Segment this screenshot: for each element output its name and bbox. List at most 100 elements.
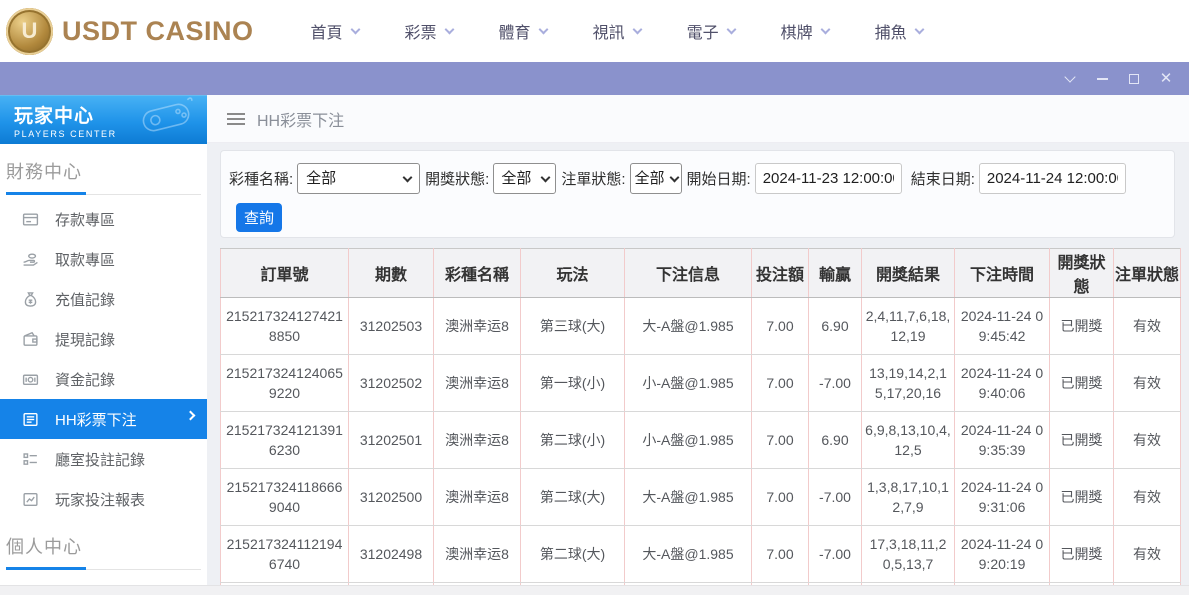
cell-bet-info: 小-A盤@1.985 bbox=[624, 411, 752, 469]
lottery-bet-icon bbox=[22, 411, 39, 428]
cell-order-status: 有效 bbox=[1113, 525, 1181, 583]
chevron-down-icon bbox=[726, 24, 737, 34]
cell-lottery-name: 澳洲幸运8 bbox=[433, 297, 521, 355]
cell-lottery-name: 澳洲幸运8 bbox=[433, 411, 521, 469]
cell-bet-time: 2024-11-24 09:20:19 bbox=[954, 525, 1050, 583]
filter-panel: 彩種名稱: 全部 開獎狀態: 全部 注單狀態: 全部 開始日期: 2024-11… bbox=[220, 150, 1175, 238]
chevron-down-icon bbox=[820, 24, 831, 34]
cell-order-id: 2152173241186669040 bbox=[220, 468, 349, 526]
table-row: 2152173241240659220 31202502 澳洲幸运8 第一球(小) 小-… bbox=[220, 354, 1181, 412]
cell-bet-time: 2024-11-24 09:45:42 bbox=[954, 297, 1050, 355]
deposit-icon bbox=[22, 211, 39, 228]
cell-period: 31202502 bbox=[348, 354, 434, 412]
chevron-down-icon bbox=[632, 24, 643, 34]
player-report-icon bbox=[22, 491, 39, 508]
cell-play-type: 第二球(大) bbox=[520, 525, 625, 583]
players-center-header: 玩家中心 PLAYERS CENTER bbox=[0, 95, 207, 144]
end-date-input[interactable] bbox=[978, 163, 1126, 194]
sidebar-item-withdrawal-record[interactable]: 提現記錄 bbox=[0, 319, 207, 359]
cell-bet-amount: 7.00 bbox=[751, 411, 809, 469]
nav-item-label: 彩票 bbox=[404, 25, 437, 42]
cell-bet-info: 大-A盤@1.985 bbox=[624, 525, 752, 583]
sidebar-item-deposit-zone[interactable]: 存款專區 bbox=[0, 199, 207, 239]
sidebar-item-hall-bet-record[interactable]: 廳室投註記錄 bbox=[0, 439, 207, 479]
nav-item-label: 棋牌 bbox=[780, 25, 813, 42]
sidebar-item-funds-record[interactable]: 資金記錄 bbox=[0, 359, 207, 399]
sidebar-item-label: 取款專區 bbox=[55, 251, 116, 269]
cell-period: 31202500 bbox=[348, 468, 434, 526]
nav-item-chess[interactable]: 棋牌 bbox=[780, 19, 831, 43]
cell-draw-status: 已開獎 bbox=[1049, 411, 1114, 469]
bet-records-table: 訂單號 期數 彩種名稱 玩法 下注信息 投注額 輸贏 開獎結果 下注時間 開獎狀態 注單狀態 2152… bbox=[220, 248, 1181, 595]
nav-item-label: 捕魚 bbox=[874, 25, 907, 42]
col-lottery-name: 彩種名稱 bbox=[433, 248, 521, 298]
col-order-id: 訂單號 bbox=[220, 248, 349, 298]
draw-status-select[interactable]: 全部 bbox=[493, 163, 557, 194]
section-underline bbox=[6, 567, 201, 570]
chevron-down-icon[interactable] bbox=[1057, 69, 1083, 89]
cell-bet-amount: 7.00 bbox=[751, 468, 809, 526]
maximize-icon[interactable] bbox=[1121, 69, 1147, 89]
table-header-row: 訂單號 期數 彩種名稱 玩法 下注信息 投注額 輸贏 開獎結果 下注時間 開獎狀態 注單狀態 bbox=[220, 248, 1181, 298]
chevron-down-icon bbox=[444, 24, 454, 34]
cell-bet-time: 2024-11-24 09:31:06 bbox=[954, 468, 1050, 526]
section-underline bbox=[6, 192, 201, 195]
cell-order-status: 有效 bbox=[1113, 411, 1181, 469]
sidebar-item-hh-lottery-bet[interactable]: HH彩票下注 bbox=[0, 399, 207, 439]
end-date-label: 結束日期: bbox=[910, 171, 975, 188]
nav-item-label: 體育 bbox=[498, 25, 531, 42]
table-row: 2152173241121946740 31202498 澳洲幸运8 第二球(大) 大-… bbox=[220, 525, 1181, 583]
cell-draw-status: 已開獎 bbox=[1049, 468, 1114, 526]
nav-item-fishing[interactable]: 捕魚 bbox=[874, 19, 925, 43]
sidebar-item-label: 廳室投註記錄 bbox=[55, 451, 146, 469]
brand-logo[interactable]: U USDT CASINO bbox=[0, 7, 254, 55]
start-date-input[interactable] bbox=[754, 163, 902, 194]
cell-draw-result: 6,9,8,13,10,4,12,5 bbox=[861, 411, 955, 469]
cell-win-loss: -7.00 bbox=[808, 354, 862, 412]
start-date-label: 開始日期: bbox=[686, 171, 751, 188]
cell-play-type: 第二球(大) bbox=[520, 468, 625, 526]
minimize-icon[interactable] bbox=[1089, 69, 1115, 89]
chevron-down-icon bbox=[538, 24, 549, 34]
order-status-label: 注單狀態: bbox=[561, 171, 626, 188]
close-icon[interactable]: ✕ bbox=[1153, 69, 1179, 89]
nav-item-sports[interactable]: 體育 bbox=[498, 19, 549, 43]
section-heading: 財務中心 bbox=[6, 162, 82, 182]
sidebar-item-player-bet-report[interactable]: 玩家投注報表 bbox=[0, 479, 207, 519]
table-row: 2152173241274218850 31202503 澳洲幸运8 第三球(大) 大-… bbox=[220, 297, 1181, 355]
app-window: U USDT CASINO 首頁 彩票 體育 視訊 電子 棋牌 捕魚 ✕ 玩家中心 PLAY… bbox=[0, 0, 1189, 595]
nav-item-home[interactable]: 首頁 bbox=[311, 19, 360, 43]
horizontal-scrollbar[interactable] bbox=[0, 585, 1189, 595]
cell-draw-status: 已開獎 bbox=[1049, 297, 1114, 355]
cell-lottery-name: 澳洲幸运8 bbox=[433, 525, 521, 583]
usdt-coin-icon: U bbox=[6, 7, 53, 55]
cell-order-id: 2152173241213916230 bbox=[220, 411, 349, 469]
cell-play-type: 第二球(小) bbox=[520, 411, 625, 469]
section-heading: 個人中心 bbox=[6, 537, 82, 557]
cell-bet-amount: 7.00 bbox=[751, 354, 809, 412]
search-button[interactable]: 查詢 bbox=[236, 203, 283, 232]
col-play-type: 玩法 bbox=[520, 248, 625, 298]
col-draw-result: 開獎結果 bbox=[861, 248, 955, 298]
cell-play-type: 第三球(大) bbox=[520, 297, 625, 355]
window-titlebar: ✕ bbox=[0, 62, 1189, 95]
nav-item-label: 電子 bbox=[686, 25, 719, 42]
lottery-name-select[interactable]: 全部 bbox=[297, 163, 421, 194]
cell-order-status: 有效 bbox=[1113, 354, 1181, 412]
order-status-select[interactable]: 全部 bbox=[629, 163, 682, 194]
chevron-down-icon bbox=[914, 24, 925, 34]
sidebar-item-recharge-record[interactable]: 充值記錄 bbox=[0, 279, 207, 319]
nav-item-electronic[interactable]: 電子 bbox=[686, 19, 737, 43]
nav-item-video[interactable]: 視訊 bbox=[593, 19, 643, 43]
cell-win-loss: 6.90 bbox=[808, 297, 862, 355]
sidebar-item-withdraw-zone[interactable]: 取款專區 bbox=[0, 239, 207, 279]
table-row: 2152173241213916230 31202501 澳洲幸运8 第二球(小) 小-… bbox=[220, 411, 1181, 469]
chevron-down-icon bbox=[350, 24, 360, 34]
cell-period: 31202498 bbox=[348, 525, 434, 583]
recharge-record-icon bbox=[22, 291, 39, 308]
nav-item-lottery[interactable]: 彩票 bbox=[404, 19, 454, 43]
chevron-right-icon bbox=[185, 410, 196, 421]
hamburger-icon[interactable] bbox=[227, 112, 245, 115]
brand-name: USDT CASINO bbox=[62, 15, 254, 46]
draw-status-label: 開獎狀態: bbox=[425, 171, 490, 188]
